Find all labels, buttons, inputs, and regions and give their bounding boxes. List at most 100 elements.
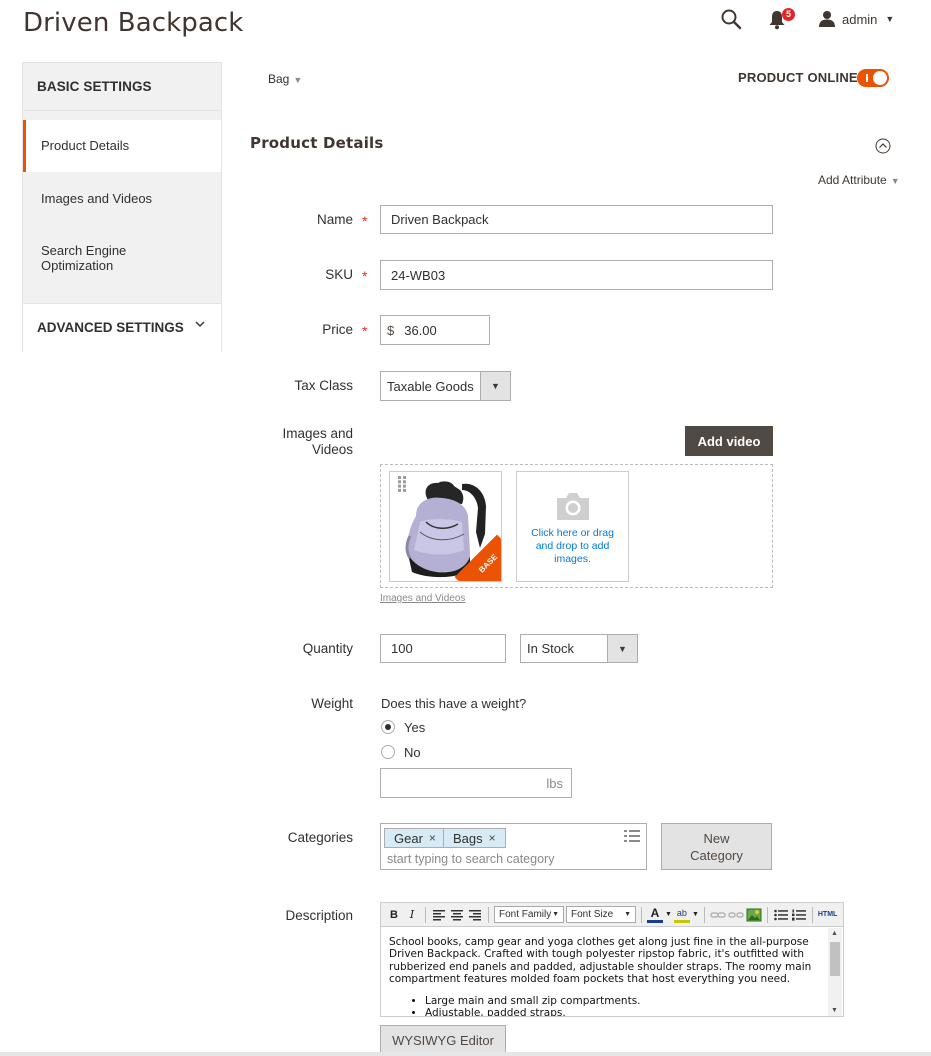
new-category-button[interactable]: New Category	[661, 823, 772, 870]
chevron-down-icon	[195, 321, 205, 328]
sidebar-item-product-details[interactable]: Product Details	[23, 120, 221, 172]
italic-icon[interactable]: I	[404, 906, 420, 924]
attribute-set-value: Bag	[268, 72, 290, 86]
toolbar-divider	[425, 906, 426, 923]
advanced-settings-toggle[interactable]: ADVANCED SETTINGS	[23, 303, 221, 352]
numbered-list-icon[interactable]	[791, 906, 807, 924]
settings-sidebar: BASIC SETTINGS Product Details Images an…	[22, 62, 222, 352]
required-marker: *	[362, 323, 368, 339]
toggle-on-mark	[866, 74, 868, 82]
page-title: Driven Backpack	[23, 8, 244, 38]
name-label: Name	[316, 212, 353, 227]
toolbar-divider	[641, 906, 642, 923]
name-input[interactable]: Driven Backpack	[380, 205, 773, 234]
select-arrow: ▼	[480, 372, 510, 400]
toolbar-divider	[703, 906, 705, 923]
link-icon[interactable]	[710, 906, 726, 924]
category-chip: Bags ×	[443, 828, 506, 848]
weight-question: Does this have a weight?	[381, 696, 527, 711]
product-online-label: PRODUCT ONLINE	[738, 70, 858, 85]
remove-chip-icon[interactable]: ×	[489, 831, 496, 845]
sidebar-item-images-and-videos[interactable]: Images and Videos	[23, 181, 221, 221]
align-left-icon[interactable]	[431, 906, 447, 924]
font-size-label: Font Size	[571, 909, 614, 920]
font-family-select[interactable]: Font Family ▼	[494, 906, 564, 923]
triangle-down-icon: ▼	[890, 176, 900, 186]
weight-unit: lbs	[546, 775, 563, 791]
triangle-down-icon: ▼	[618, 643, 627, 654]
price-input[interactable]: $ 36.00	[380, 315, 490, 345]
category-search-placeholder[interactable]: start typing to search category	[387, 852, 554, 866]
weight-input[interactable]: lbs	[380, 768, 572, 798]
scroll-down-icon[interactable]: ▼	[831, 1007, 838, 1014]
scrollbar-thumb[interactable]	[830, 942, 840, 976]
stock-status-select[interactable]: In Stock ▼	[520, 634, 638, 663]
sidebar-item-seo[interactable]: Search Engine Optimization	[23, 233, 153, 293]
chevron-down-icon[interactable]: ▼	[665, 906, 672, 924]
image-icon[interactable]	[746, 906, 762, 924]
align-right-icon[interactable]	[467, 906, 483, 924]
editor-content[interactable]: School books, camp gear and yoga clothes…	[381, 928, 828, 1016]
advanced-settings-label: ADVANCED SETTINGS	[37, 320, 184, 335]
user-menu[interactable]: admin ▼	[818, 9, 894, 29]
description-label: Description	[285, 908, 353, 923]
highlight-color-icon[interactable]: ab	[673, 907, 690, 923]
horizontal-scrollbar[interactable]	[0, 1052, 931, 1056]
image-gallery: BASE Click here or drag and drop to add …	[380, 464, 773, 588]
font-size-select[interactable]: Font Size ▼	[566, 906, 636, 923]
list-icon[interactable]	[624, 829, 640, 843]
triangle-down-icon: ▼	[491, 381, 500, 391]
bullet-list-icon[interactable]	[773, 906, 789, 924]
attribute-set-dropdown[interactable]: Bag ▼	[268, 72, 302, 86]
editor-scrollbar[interactable]: ▲ ▼	[828, 928, 842, 1016]
required-marker: *	[362, 268, 368, 284]
collapse-section-icon[interactable]	[875, 138, 891, 154]
remove-chip-icon[interactable]: ×	[429, 831, 436, 845]
weight-no-label: No	[404, 745, 421, 760]
description-paragraph: School books, camp gear and yoga clothes…	[389, 936, 812, 985]
basic-settings-heading[interactable]: BASIC SETTINGS	[23, 63, 221, 111]
chevron-down-icon: ▼	[885, 14, 895, 24]
select-arrow: ▼	[607, 635, 637, 662]
unlink-icon[interactable]	[728, 906, 744, 924]
quantity-label: Quantity	[302, 641, 353, 656]
sku-input[interactable]: 24-WB03	[380, 260, 773, 290]
images-label: Images and Videos	[282, 426, 353, 457]
add-attribute-dropdown[interactable]: Add Attribute ▼	[818, 173, 900, 187]
scroll-up-icon[interactable]: ▲	[831, 930, 838, 937]
add-video-button[interactable]: Add video	[685, 426, 773, 456]
list-item: Adjustable, padded straps.	[425, 1007, 820, 1016]
toggle-knob	[873, 71, 887, 85]
editor-toolbar: B I Font Family ▼ Font Size ▼ A ▼ ab ▼ HTM…	[381, 903, 843, 927]
notification-count-badge: 5	[782, 8, 795, 21]
search-icon[interactable]	[720, 8, 742, 30]
text-color-icon[interactable]: A	[647, 906, 663, 923]
notifications-button[interactable]: 5	[768, 8, 795, 30]
product-online-toggle[interactable]	[857, 69, 889, 87]
bold-icon[interactable]: B	[386, 906, 402, 924]
weight-label: Weight	[311, 696, 353, 711]
weight-yes-radio[interactable]	[381, 720, 395, 734]
html-source-button[interactable]: HTML	[818, 906, 837, 924]
chevron-down-icon[interactable]: ▼	[692, 906, 699, 924]
tax-class-select[interactable]: Taxable Goods ▼	[380, 371, 511, 401]
description-editor: B I Font Family ▼ Font Size ▼ A ▼ ab ▼ HTM…	[380, 902, 844, 1017]
toolbar-divider	[488, 906, 489, 923]
price-value: 36.00	[404, 322, 437, 338]
categories-multiselect[interactable]: Gear × Bags × start typing to search cat…	[380, 823, 647, 870]
category-chip-label: Gear	[394, 830, 423, 846]
quantity-input[interactable]: 100	[380, 634, 506, 663]
user-name: admin	[842, 11, 878, 27]
images-and-videos-link[interactable]: Images and Videos	[380, 593, 465, 604]
tax-class-label: Tax Class	[294, 378, 353, 393]
dropzone-text: Click here or drag and drop to add image…	[531, 527, 614, 565]
category-chip: Gear ×	[384, 828, 446, 848]
align-center-icon[interactable]	[449, 906, 465, 924]
weight-yes-label: Yes	[404, 720, 426, 735]
weight-no-radio[interactable]	[381, 745, 395, 759]
description-bullet-list: Large main and small zip compartments. A…	[425, 995, 820, 1016]
product-image-thumbnail[interactable]: BASE	[389, 471, 502, 582]
image-upload-dropzone[interactable]: Click here or drag and drop to add image…	[516, 471, 629, 582]
list-item: Large main and small zip compartments.	[425, 995, 820, 1007]
categories-label: Categories	[287, 830, 353, 845]
